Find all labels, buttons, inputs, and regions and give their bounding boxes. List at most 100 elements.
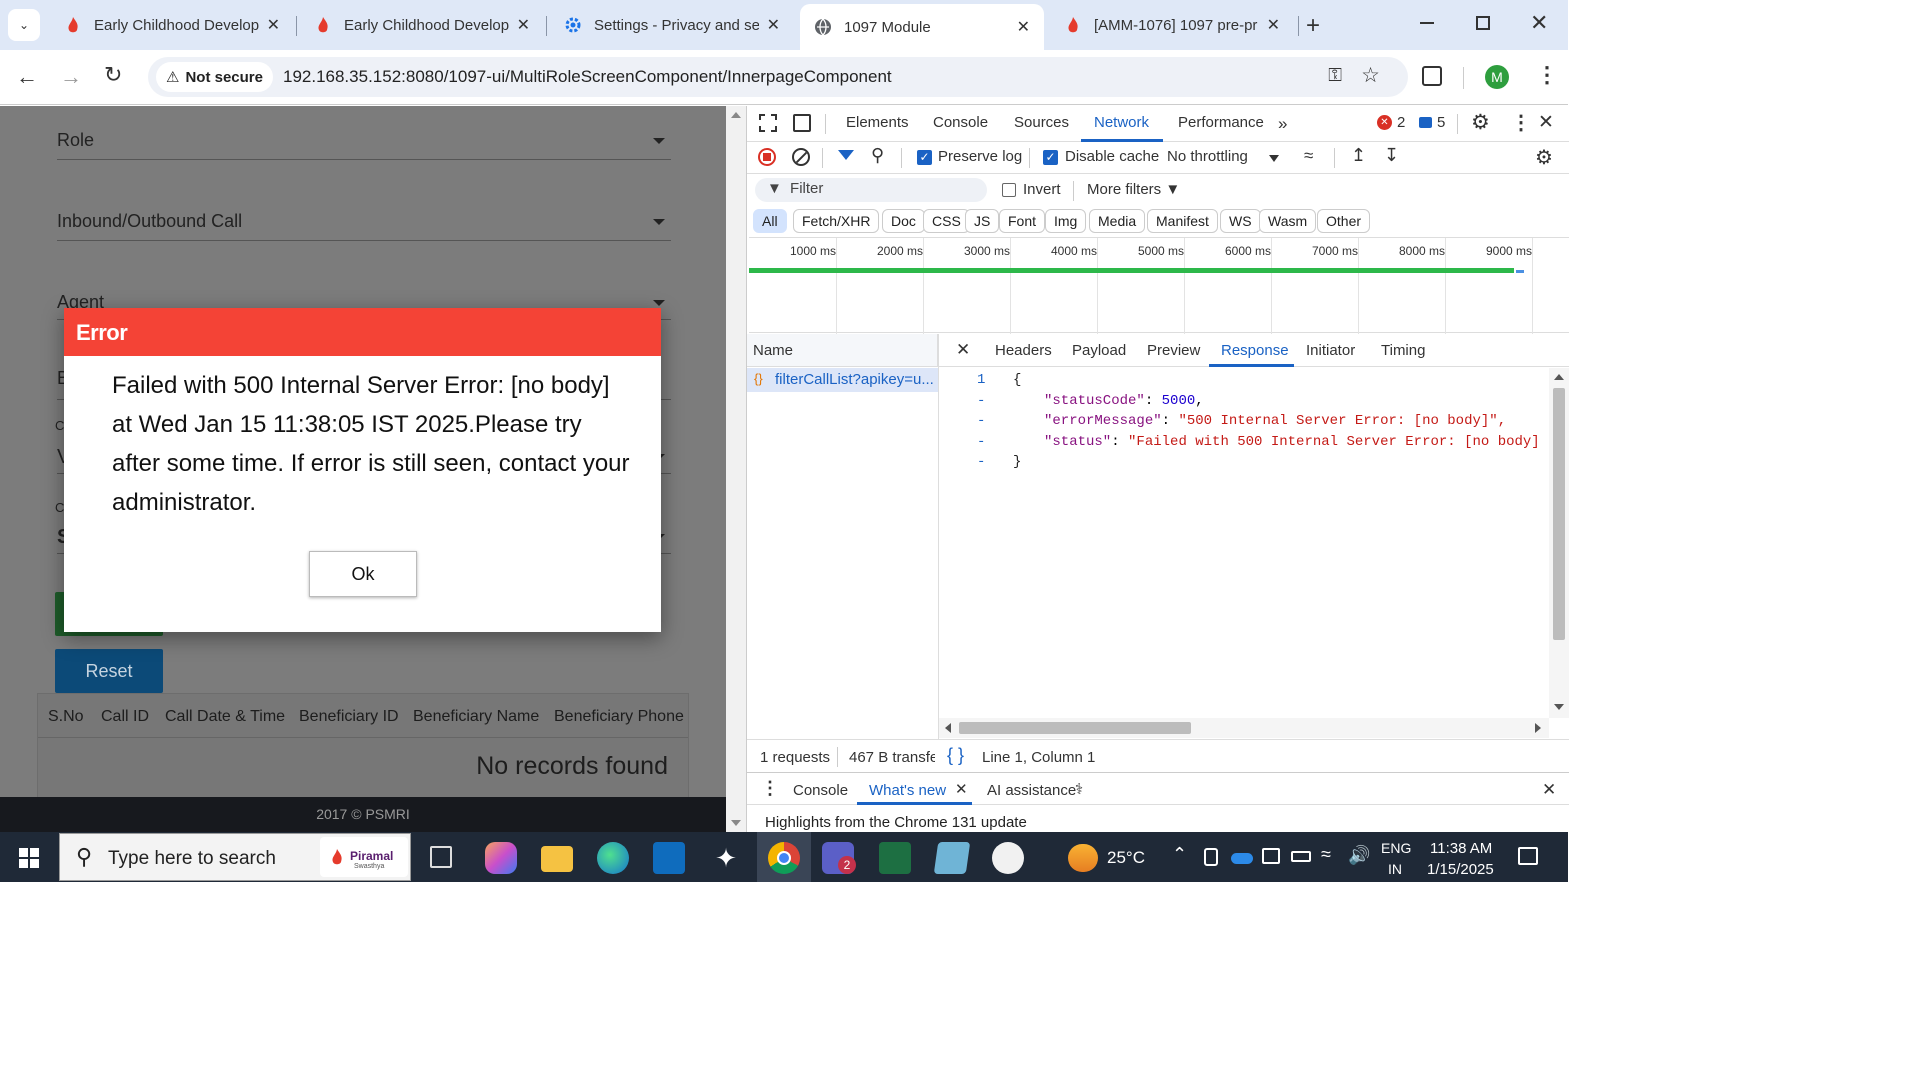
tab-sources[interactable]: Sources — [1014, 114, 1069, 131]
snipping-tool-icon[interactable]: ✦ — [710, 842, 742, 874]
display-icon[interactable] — [1262, 848, 1280, 864]
chevron-up-icon[interactable]: ⌃ — [1172, 844, 1187, 865]
scrollbar-thumb[interactable] — [1553, 388, 1565, 640]
scroll-up-arrow-icon[interactable] — [731, 112, 741, 118]
notepad-icon[interactable] — [933, 842, 971, 874]
type-filter-wasm[interactable]: Wasm — [1259, 209, 1317, 233]
file-explorer-icon[interactable] — [541, 846, 573, 872]
error-count-badge[interactable]: ✕ 2 — [1377, 114, 1405, 131]
close-detail-icon[interactable]: ✕ — [956, 340, 970, 360]
temperature[interactable]: 25°C — [1107, 848, 1145, 868]
language-code[interactable]: ENG — [1381, 840, 1411, 856]
star-icon[interactable]: ☆ — [1361, 63, 1380, 88]
search-icon[interactable]: ⚲ — [871, 145, 884, 166]
detail-tab-initiator[interactable]: Initiator — [1306, 342, 1355, 359]
close-drawer-icon[interactable]: ✕ — [1542, 780, 1556, 800]
timeline-overview[interactable]: 1000 ms 2000 ms 3000 ms 4000 ms 5000 ms 6000 … — [749, 237, 1569, 334]
meet-now-icon[interactable] — [1204, 848, 1218, 866]
type-filter-doc[interactable]: Doc — [882, 209, 925, 233]
reload-icon[interactable]: ↻ — [104, 62, 122, 88]
role-select[interactable]: Role — [57, 130, 671, 160]
drawer-tab-ai-assistance[interactable]: AI assistance — [987, 782, 1076, 799]
scroll-down-arrow-icon[interactable] — [1554, 704, 1564, 710]
record-stop-icon[interactable] — [758, 148, 776, 166]
wifi-settings-icon[interactable]: ≈ — [1304, 146, 1313, 166]
call-type-select[interactable]: Inbound/Outbound Call — [57, 211, 671, 241]
detail-tab-headers[interactable]: Headers — [995, 342, 1052, 359]
filter-funnel-icon[interactable] — [838, 150, 854, 160]
weather-icon[interactable] — [1068, 844, 1098, 872]
throttling-caret-icon[interactable] — [1269, 155, 1279, 162]
copilot-icon[interactable] — [485, 842, 517, 874]
disable-cache-checkbox[interactable]: ✓ — [1043, 150, 1058, 165]
scroll-right-arrow-icon[interactable] — [1535, 723, 1541, 733]
windows-start-icon[interactable] — [19, 848, 39, 868]
clock-date[interactable]: 1/15/2025 — [1427, 861, 1494, 878]
close-tab-icon[interactable]: ✕ — [267, 15, 280, 35]
type-filter-manifest[interactable]: Manifest — [1147, 209, 1218, 233]
detail-tab-timing[interactable]: Timing — [1381, 342, 1425, 359]
wifi-icon[interactable]: ≈ — [1321, 844, 1331, 865]
ok-button[interactable]: Ok — [309, 551, 417, 597]
type-filter-fetch[interactable]: Fetch/XHR — [793, 209, 880, 233]
more-tabs-icon[interactable]: » — [1278, 114, 1287, 134]
detail-tab-payload[interactable]: Payload — [1072, 342, 1126, 359]
address-bar[interactable]: ⚠ Not secure 192.168.35.152:8080/1097-ui… — [148, 57, 1408, 97]
pretty-print-icon[interactable]: { } — [947, 745, 964, 766]
scrollbar-thumb[interactable] — [959, 722, 1191, 734]
chrome-icon[interactable] — [768, 842, 800, 874]
page-scrollbar[interactable] — [726, 106, 746, 832]
tab-search-button[interactable]: ⌄ — [8, 9, 40, 41]
preserve-log-checkbox[interactable]: ✓ — [917, 150, 932, 165]
close-drawer-tab-icon[interactable]: ✕ — [955, 780, 968, 798]
restore-icon[interactable] — [1476, 16, 1490, 30]
type-filter-font[interactable]: Font — [999, 209, 1046, 233]
minimize-icon[interactable] — [1420, 22, 1434, 24]
key-icon[interactable]: ⚿ — [1328, 65, 1342, 86]
tab-elements[interactable]: Elements — [846, 114, 909, 131]
name-column-header[interactable]: Name — [753, 342, 793, 359]
browser-tab-active[interactable]: 1097 Module ✕ — [800, 4, 1044, 50]
drawer-tab-whats-new[interactable]: What's new — [869, 782, 946, 799]
invert-checkbox[interactable] — [1002, 183, 1016, 197]
reset-button[interactable]: Reset — [55, 649, 163, 693]
security-chip[interactable]: ⚠ Not secure — [156, 62, 273, 92]
paint-icon[interactable] — [992, 842, 1024, 874]
inspect-element-icon[interactable] — [759, 114, 777, 132]
network-settings-gear-icon[interactable]: ⚙ — [1535, 145, 1553, 170]
type-filter-media[interactable]: Media — [1089, 209, 1146, 233]
back-arrow-icon[interactable]: ← — [16, 64, 38, 90]
scroll-down-arrow-icon[interactable] — [731, 820, 741, 826]
type-filter-css[interactable]: CSS — [923, 209, 970, 233]
browser-tab[interactable]: Early Childhood Develop ✕ — [50, 4, 294, 46]
notifications-icon[interactable] — [1518, 847, 1538, 865]
onedrive-icon[interactable] — [1231, 853, 1253, 864]
tab-console[interactable]: Console — [933, 114, 988, 131]
close-tab-icon[interactable]: ✕ — [767, 15, 780, 35]
scroll-up-arrow-icon[interactable] — [1554, 374, 1564, 380]
message-count-badge[interactable]: 5 — [1419, 114, 1445, 131]
taskbar-search-box[interactable]: ⚲ Type here to search Piramal Swasthya — [59, 833, 411, 881]
clock-time[interactable]: 11:38 AM — [1430, 840, 1492, 857]
battery-icon[interactable] — [1291, 851, 1311, 862]
filter-input[interactable]: ▼ Filter — [755, 178, 987, 202]
scroll-left-arrow-icon[interactable] — [945, 723, 951, 733]
extensions-icon[interactable] — [1422, 66, 1442, 86]
language-region[interactable]: IN — [1388, 861, 1402, 877]
close-window-icon[interactable]: ✕ — [1530, 10, 1548, 36]
throttling-select[interactable]: No throttling — [1167, 148, 1248, 165]
browser-tab[interactable]: Early Childhood Develop ✕ — [300, 4, 544, 46]
close-tab-icon[interactable]: ✕ — [517, 15, 530, 35]
profile-avatar[interactable]: M — [1485, 65, 1509, 89]
drawer-menu-icon[interactable]: ⋮ — [761, 778, 779, 799]
tab-performance[interactable]: Performance — [1178, 114, 1264, 131]
device-toolbar-icon[interactable] — [793, 114, 811, 132]
drawer-tab-console[interactable]: Console — [793, 782, 848, 799]
response-body[interactable]: 1 { - "statusCode": 5000, - "errorMessag… — [939, 368, 1549, 718]
close-tab-icon[interactable]: ✕ — [1267, 15, 1280, 35]
menu-kebab-icon[interactable]: ⋮ — [1536, 62, 1558, 88]
outlook-icon[interactable] — [653, 842, 685, 874]
close-devtools-icon[interactable]: ✕ — [1538, 111, 1554, 134]
type-filter-other[interactable]: Other — [1317, 209, 1371, 233]
request-row[interactable]: {} filterCallList?apikey=u... — [747, 368, 938, 392]
